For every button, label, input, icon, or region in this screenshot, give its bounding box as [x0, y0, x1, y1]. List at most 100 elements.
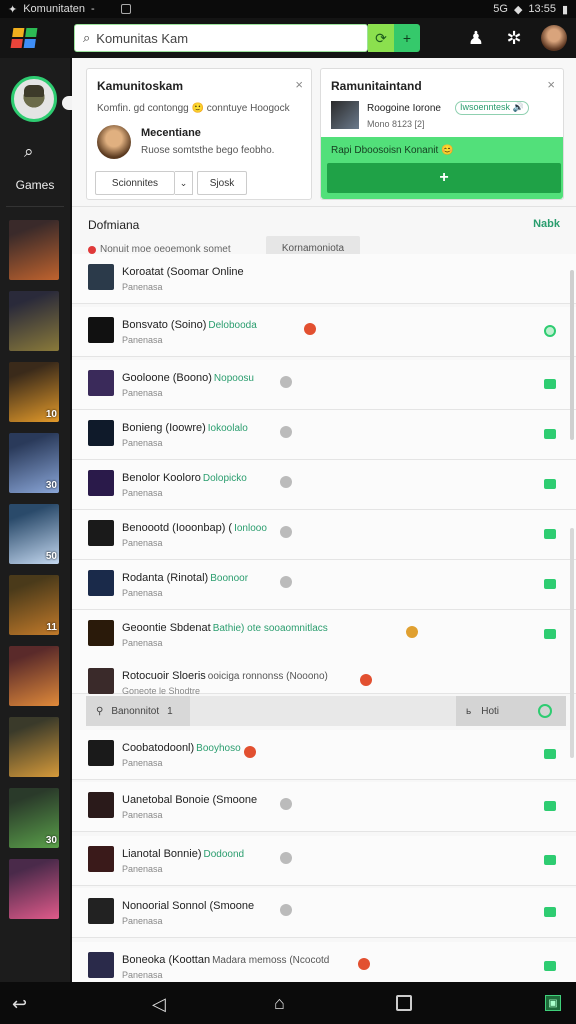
chat-icon[interactable] — [544, 855, 556, 865]
friend-row[interactable]: Geoontie Sbdenat Bathie) ote sooaomnitlac… — [72, 610, 576, 660]
chat-icon[interactable] — [544, 429, 556, 439]
game-tile[interactable]: 11 — [9, 575, 59, 635]
close-icon[interactable]: × — [547, 77, 555, 92]
friend-status: Boonoor — [210, 573, 249, 584]
main-panel: Kamunitoskam × Komfin. gd contongg 🙂 con… — [72, 58, 576, 982]
friend-row[interactable]: Nonoorial Sonnol (Smoone Panenasa — [72, 888, 576, 938]
section-link[interactable]: Nabk — [533, 218, 560, 230]
search-box[interactable]: ⌕ — [74, 24, 368, 52]
friend-name: Gooloone (Boono) Nopoosu — [122, 372, 254, 384]
friend-row[interactable]: Bonsvato (Soino) Delobooda Panenasa — [72, 307, 576, 357]
friend-name: Benolor Kooloro Dolopicko — [122, 472, 247, 484]
status-ring-icon[interactable] — [538, 704, 552, 718]
rail-search-icon[interactable]: ⌕ — [24, 142, 44, 162]
chevron-down-icon[interactable]: ⌄ — [175, 171, 193, 195]
friend-row[interactable]: Rotocuoir Sloeris ooiciga ronnonss (Nooon… — [72, 658, 576, 696]
friend-name-text: Gooloone (Boono) — [122, 372, 212, 384]
friend-avatar — [88, 740, 114, 766]
recent-apps-icon[interactable]: ↩ — [12, 994, 27, 1015]
chat-icon[interactable] — [544, 479, 556, 489]
overview-icon[interactable] — [396, 995, 412, 1011]
add-button[interactable]: + — [394, 24, 420, 52]
friend-name-text: Rodanta (Rinotal) — [122, 572, 209, 584]
friend-subtitle: Panenasa — [122, 970, 163, 980]
friend-name-text: Rotocuoir Sloeris — [122, 670, 206, 682]
chat-icon[interactable] — [544, 529, 556, 539]
chat-icon[interactable] — [544, 579, 556, 589]
friend-row[interactable]: Gooloone (Boono) Nopoosu Panenasa — [72, 360, 576, 410]
scrollbar-track[interactable] — [570, 528, 574, 758]
game-tile[interactable]: 10 — [9, 362, 59, 422]
friend-name: Nonoorial Sonnol (Smoone — [122, 900, 256, 912]
friend-subtitle: Panenasa — [122, 758, 163, 768]
chat-icon[interactable] — [544, 961, 556, 971]
game-tile[interactable]: 50 — [9, 504, 59, 564]
search-input[interactable] — [96, 30, 357, 46]
friend-row[interactable]: Bonieng (Ioowre) Iokoolalo Panenasa — [72, 410, 576, 460]
primary-action-button[interactable]: Scionnites — [95, 171, 175, 195]
battery-icon: ▮ — [561, 3, 568, 16]
card-description: Komfin. gd contongg 🙂 conntuye Hoogock — [97, 103, 290, 114]
action-left-label: Banonnitot — [111, 705, 160, 717]
friend-status: Madara memoss (Ncocotd — [212, 955, 330, 966]
community-name: Roogoine Iorone — [367, 103, 441, 114]
presence-icon — [280, 376, 292, 388]
friend-row[interactable]: Coobatodoonl) Booyhoso Panenasa — [72, 730, 576, 780]
app-switch-icon[interactable]: ▣ — [545, 995, 561, 1011]
secondary-action-button[interactable]: Sjosk — [197, 171, 247, 195]
game-tile[interactable]: 30 — [9, 788, 59, 848]
friend-name: Rodanta (Rinotal) Boonoor — [122, 572, 248, 584]
game-tile[interactable]: 30 — [9, 433, 59, 493]
game-count: 30 — [45, 835, 57, 846]
chat-icon[interactable] — [544, 629, 556, 639]
close-icon[interactable]: × — [295, 77, 303, 92]
friend-row[interactable]: Rodanta (Rinotal) Boonoor Panenasa — [72, 560, 576, 610]
friend-name: Koroatat (Soomar Online — [122, 266, 246, 278]
back-icon[interactable]: ◁ — [152, 994, 166, 1015]
chat-icon[interactable] — [544, 801, 556, 811]
chat-icon[interactable] — [544, 749, 556, 759]
friend-subtitle: Panenasa — [122, 538, 163, 548]
refresh-button[interactable]: ⟳ — [368, 24, 394, 52]
friend-row[interactable]: Koroatat (Soomar Online Panenasa — [72, 254, 576, 304]
presence-icon — [406, 626, 418, 638]
friend-row[interactable]: Benolor Kooloro Dolopicko Panenasa — [72, 460, 576, 510]
game-count: 30 — [45, 480, 57, 491]
community-tag[interactable]: Iwsoenntesk 🔊 — [455, 101, 529, 115]
game-tile[interactable] — [9, 220, 59, 280]
game-tile[interactable] — [9, 291, 59, 351]
settings-icon[interactable]: ✲ — [502, 26, 526, 50]
join-button[interactable]: + — [327, 163, 561, 193]
friend-row[interactable]: Boneoka (Koottan Madara memoss (Ncocotd Pa… — [72, 942, 576, 982]
chat-icon[interactable] — [544, 325, 556, 337]
game-tile[interactable] — [9, 717, 59, 777]
section-title: Dofmiana — [88, 218, 140, 232]
game-count: 10 — [45, 409, 57, 420]
people-icon[interactable]: ♟ — [464, 26, 488, 50]
chat-icon[interactable] — [544, 907, 556, 917]
presence-icon — [244, 746, 256, 758]
friend-name-text: Bonieng (Ioowre) — [122, 422, 206, 434]
status-bar: ✦ Komunitaten - 5G ◆ 13:55 ▮ — [0, 0, 576, 18]
home-icon[interactable]: ⌂ — [274, 993, 285, 1014]
profile-avatar[interactable] — [541, 25, 567, 51]
chat-icon[interactable] — [544, 379, 556, 389]
app-logo-icon[interactable] — [10, 28, 38, 48]
user-avatar[interactable] — [11, 76, 57, 122]
friend-name-text: Boneoka (Koottan — [122, 954, 211, 966]
action-left[interactable]: ⚲ Banonnitot 1 — [86, 696, 190, 726]
friend-row[interactable]: Uanetobal Bonoie (Smoone Panenasa — [72, 782, 576, 832]
wifi-icon: ◆ — [513, 3, 523, 16]
status-app-label: Komunitaten — [23, 3, 85, 15]
game-count: 11 — [46, 622, 57, 633]
game-tile[interactable] — [9, 859, 59, 919]
game-tile[interactable] — [9, 646, 59, 706]
join-text: Rapi Dboosoisn Konanit 😊 — [331, 145, 454, 156]
friend-row[interactable]: Benoootd (Iooonbap) (Ionlooo Panenasa — [72, 510, 576, 560]
person-avatar — [97, 125, 131, 159]
friend-name-text: Coobatodoonl) — [122, 742, 195, 754]
wrench-icon: ⚲ — [96, 705, 104, 717]
scrollbar[interactable] — [570, 270, 574, 440]
status-time: 13:55 — [528, 3, 556, 15]
friend-row[interactable]: Lianotal Bonnie) Dodoond Panenasa — [72, 836, 576, 886]
